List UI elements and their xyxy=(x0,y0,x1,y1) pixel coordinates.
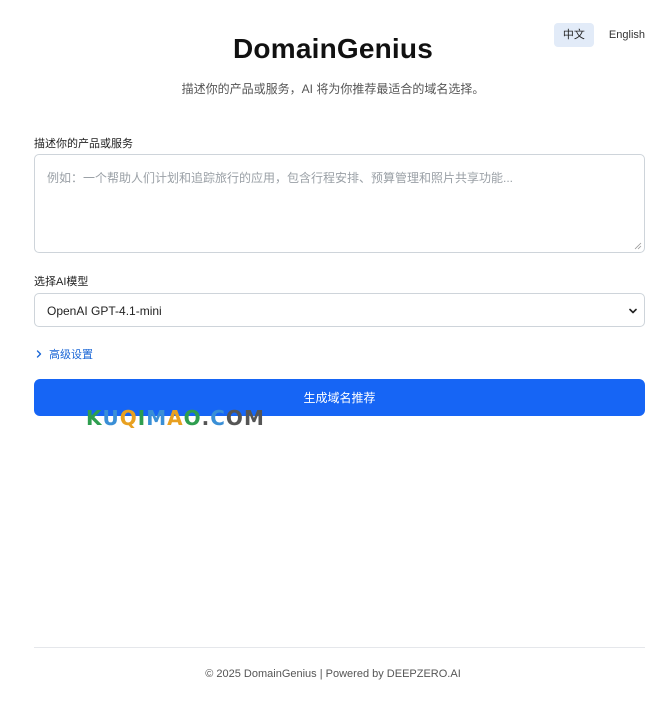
chevron-down-icon xyxy=(629,308,637,314)
description-label: 描述你的产品或服务 xyxy=(34,138,133,150)
footer-text: © 2025 DomainGenius | Powered by DEEPZER… xyxy=(205,668,461,680)
chevron-right-icon xyxy=(36,350,42,358)
model-selected-value: OpenAI GPT-4.1-mini xyxy=(47,304,162,318)
page-title: DomainGenius xyxy=(233,33,433,64)
description-placeholder: 例如：一个帮助人们计划和追踪旅行的应用，包含行程安排、预算管理和照片共享功能..… xyxy=(47,171,514,185)
description-textarea[interactable]: 例如：一个帮助人们计划和追踪旅行的应用，包含行程安排、预算管理和照片共享功能..… xyxy=(34,154,645,253)
page-subtitle: 描述你的产品或服务，AI 将为你推荐最适合的域名选择。 xyxy=(181,82,485,96)
resize-handle-icon[interactable] xyxy=(634,242,642,250)
model-select[interactable]: OpenAI GPT-4.1-mini xyxy=(34,293,645,327)
advanced-settings-label: 高级设置 xyxy=(49,349,93,361)
footer-divider xyxy=(34,647,645,648)
model-label: 选择AI模型 xyxy=(34,276,89,288)
advanced-settings-toggle[interactable]: 高级设置 xyxy=(34,346,93,362)
watermark-logo: KUQIMAO.COM xyxy=(86,406,265,430)
